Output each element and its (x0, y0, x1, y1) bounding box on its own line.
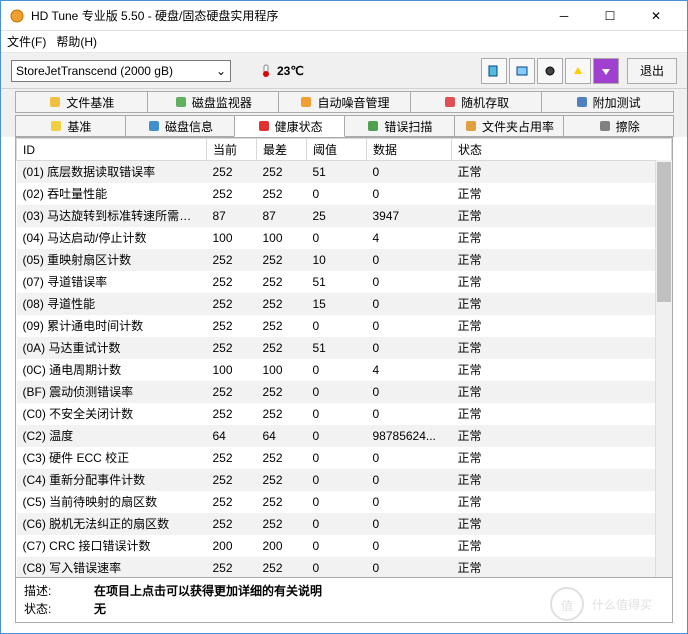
table-row[interactable]: (01) 底层数据读取错误率252252510正常 (17, 161, 672, 183)
table-row[interactable]: (C3) 硬件 ECC 校正25225200正常 (17, 447, 672, 469)
extra-tests-icon (575, 95, 589, 109)
tab-随机存取[interactable]: 随机存取 (410, 91, 543, 113)
table-row[interactable]: (BF) 震动侦测错误率25225200正常 (17, 381, 672, 403)
desc-value: 在项目上点击可以获得更加详细的有关说明 (94, 582, 322, 600)
tab-擦除[interactable]: 擦除 (563, 115, 674, 137)
content-panel: ID 当前 最差 阈值 数据 状态 (01) 底层数据读取错误率25225251… (15, 137, 673, 623)
menu-help[interactable]: 帮助(H) (56, 33, 97, 50)
erase-icon (598, 119, 612, 133)
table-row[interactable]: (07) 寻道错误率252252510正常 (17, 271, 672, 293)
drive-selector[interactable]: StoreJetTranscend (2000 gB) ⌄ (11, 60, 231, 82)
table-row[interactable]: (04) 马达启动/停止计数10010004正常 (17, 227, 672, 249)
close-button[interactable]: ✕ (633, 2, 679, 30)
description-pane: 描述: 在项目上点击可以获得更加详细的有关说明 状态: 无 (16, 577, 672, 622)
titlebar: HD Tune 专业版 5.50 - 硬盘/固态硬盘实用程序 ─ ☐ ✕ (1, 1, 687, 31)
maximize-button[interactable]: ☐ (587, 2, 633, 30)
benchmark-icon (49, 119, 63, 133)
thermometer-icon (259, 64, 273, 78)
error-scan-icon (366, 119, 380, 133)
folder-usage-icon (464, 119, 478, 133)
info-icon (147, 119, 161, 133)
drive-selector-value: StoreJetTranscend (2000 gB) (16, 64, 173, 78)
table-row[interactable]: (0A) 马达重试计数252252510正常 (17, 337, 672, 359)
col-data[interactable]: 数据 (367, 139, 452, 161)
disk-monitor-icon (174, 95, 188, 109)
tab-磁盘监视器[interactable]: 磁盘监视器 (147, 91, 280, 113)
table-row[interactable]: (C5) 当前待映射的扇区数25225200正常 (17, 491, 672, 513)
app-icon (9, 8, 25, 24)
table-row[interactable]: (05) 重映射扇区计数252252100正常 (17, 249, 672, 271)
tab-磁盘信息[interactable]: 磁盘信息 (125, 115, 236, 137)
menubar: 文件(F) 帮助(H) (1, 31, 687, 53)
minimize-button[interactable]: ─ (541, 2, 587, 30)
col-id[interactable]: ID (17, 139, 207, 161)
file-benchmark-icon (48, 95, 62, 109)
temperature-display: 23℃ (259, 64, 304, 78)
table-row[interactable]: (02) 吞吐量性能25225200正常 (17, 183, 672, 205)
tab-健康状态[interactable]: 健康状态 (234, 115, 345, 137)
table-row[interactable]: (C0) 不安全关闭计数25225200正常 (17, 403, 672, 425)
tabs-row-1: 文件基准磁盘监视器自动噪音管理随机存取附加测试 (1, 89, 687, 113)
minimize-tray-button[interactable] (593, 58, 619, 84)
col-threshold[interactable]: 阈值 (307, 139, 367, 161)
desc-label: 描述: (24, 582, 64, 600)
table-row[interactable]: (09) 累计通电时间计数25225200正常 (17, 315, 672, 337)
toolbar: StoreJetTranscend (2000 gB) ⌄ 23℃ 退出 (1, 53, 687, 89)
col-status[interactable]: 状态 (452, 139, 672, 161)
tab-自动噪音管理[interactable]: 自动噪音管理 (278, 91, 411, 113)
col-worst[interactable]: 最差 (257, 139, 307, 161)
options-button[interactable] (565, 58, 591, 84)
tab-附加测试[interactable]: 附加测试 (541, 91, 674, 113)
aam-icon (299, 95, 313, 109)
copy-screenshot-button[interactable] (509, 58, 535, 84)
scrollbar-thumb[interactable] (657, 162, 671, 302)
save-screenshot-button[interactable] (537, 58, 563, 84)
table-row[interactable]: (C2) 温度6464098785624...正常 (17, 425, 672, 447)
vertical-scrollbar[interactable] (655, 160, 672, 577)
table-row[interactable]: (C7) CRC 接口错误计数20020000正常 (17, 535, 672, 557)
table-row[interactable]: (C8) 写入错误速率25225200正常 (17, 557, 672, 578)
window-title: HD Tune 专业版 5.50 - 硬盘/固态硬盘实用程序 (31, 7, 541, 24)
chevron-down-icon: ⌄ (216, 64, 226, 78)
tab-文件夹占用率[interactable]: 文件夹占用率 (454, 115, 565, 137)
health-table-wrap: ID 当前 最差 阈值 数据 状态 (01) 底层数据读取错误率25225251… (16, 138, 672, 577)
random-access-icon (443, 95, 457, 109)
col-current[interactable]: 当前 (207, 139, 257, 161)
table-row[interactable]: (C6) 脱机无法纠正的扇区数25225200正常 (17, 513, 672, 535)
tab-基准[interactable]: 基准 (15, 115, 126, 137)
tab-文件基准[interactable]: 文件基准 (15, 91, 148, 113)
table-row[interactable]: (0C) 通电周期计数10010004正常 (17, 359, 672, 381)
menu-file[interactable]: 文件(F) (7, 33, 46, 50)
table-row[interactable]: (08) 寻道性能252252150正常 (17, 293, 672, 315)
temperature-value: 23℃ (277, 64, 304, 78)
health-icon (257, 119, 271, 133)
status-label: 状态: (24, 600, 64, 618)
table-row[interactable]: (03) 马达旋转到标准转速所需时间8787253947正常 (17, 205, 672, 227)
exit-button[interactable]: 退出 (627, 58, 677, 84)
health-table: ID 当前 最差 阈值 数据 状态 (01) 底层数据读取错误率25225251… (16, 138, 672, 577)
tabs-row-2: 基准磁盘信息健康状态错误扫描文件夹占用率擦除 (1, 113, 687, 137)
copy-info-button[interactable] (481, 58, 507, 84)
status-value: 无 (94, 600, 106, 618)
tab-错误扫描[interactable]: 错误扫描 (344, 115, 455, 137)
table-row[interactable]: (C4) 重新分配事件计数25225200正常 (17, 469, 672, 491)
